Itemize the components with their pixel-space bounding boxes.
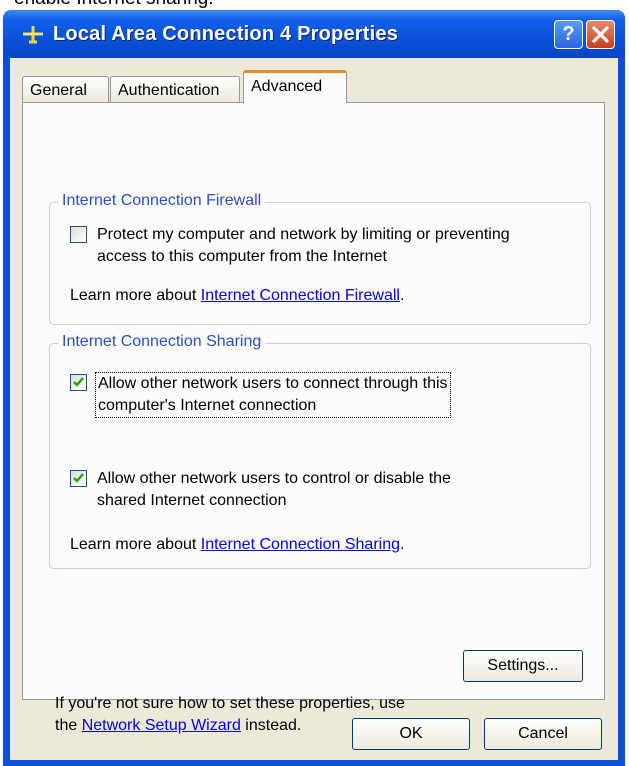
- cropped-caption-text: enable Internet sharing.: [14, 0, 214, 10]
- allow-connect-line2: computer's Internet connection: [98, 397, 317, 414]
- network-connection-icon: [23, 26, 43, 44]
- firewall-learn-prefix: Learn more about: [70, 287, 201, 304]
- firewall-help-link[interactable]: Internet Connection Firewall: [201, 287, 400, 304]
- sharing-learn-more: Learn more about Internet Connection Sha…: [70, 536, 404, 554]
- advanced-tab-panel: Internet Connection Firewall Protect my …: [22, 102, 605, 734]
- firewall-group: Internet Connection Firewall Protect my …: [49, 192, 591, 325]
- checkmark-icon: [73, 377, 84, 387]
- allow-control-label: Allow other network users to control or …: [97, 468, 451, 512]
- firewall-learn-suffix: .: [399, 287, 405, 304]
- checkmark-icon: [73, 473, 84, 483]
- sharing-learn-prefix: Learn more about: [70, 536, 201, 553]
- setup-hint-line1: If you're not sure how to set these prop…: [55, 695, 405, 712]
- sharing-help-link[interactable]: Internet Connection Sharing: [201, 536, 400, 553]
- protect-computer-label: Protect my computer and network by limit…: [97, 224, 510, 268]
- allow-control-option[interactable]: Allow other network users to control or …: [70, 468, 580, 514]
- properties-dialog: Local Area Connection 4 Properties ? Gen…: [3, 10, 625, 766]
- window-title: Local Area Connection 4 Properties: [53, 23, 399, 45]
- sharing-group-title: Internet Connection Sharing: [58, 333, 266, 351]
- cancel-button[interactable]: Cancel: [484, 718, 602, 750]
- firewall-group-title: Internet Connection Firewall: [58, 192, 266, 210]
- setup-hint-suffix: instead.: [240, 717, 302, 734]
- dialog-client-area: General Authentication Advanced Internet…: [10, 58, 618, 760]
- allow-connect-option[interactable]: Allow other network users to connect thr…: [70, 372, 580, 422]
- setup-hint-prefix: the: [55, 717, 82, 734]
- tab-general[interactable]: General: [22, 76, 109, 102]
- ok-button[interactable]: OK: [352, 718, 470, 750]
- sharing-group: Internet Connection Sharing Allow other …: [49, 333, 591, 569]
- allow-connect-label: Allow other network users to connect thr…: [95, 372, 451, 418]
- close-icon: [592, 26, 609, 43]
- settings-button[interactable]: Settings...: [463, 650, 583, 682]
- protect-computer-checkbox[interactable]: [70, 226, 87, 243]
- protect-computer-option[interactable]: Protect my computer and network by limit…: [70, 224, 580, 270]
- close-button[interactable]: [586, 20, 615, 49]
- firewall-learn-more: Learn more about Internet Connection Fir…: [70, 287, 404, 305]
- allow-connect-checkbox[interactable]: [70, 374, 87, 391]
- protect-label-line1: Protect my computer and network by limit…: [97, 226, 510, 243]
- title-bar[interactable]: Local Area Connection 4 Properties ?: [3, 10, 625, 58]
- allow-control-line2: shared Internet connection: [97, 492, 287, 509]
- allow-connect-line1: Allow other network users to connect thr…: [98, 375, 448, 392]
- network-setup-wizard-link[interactable]: Network Setup Wizard: [82, 717, 241, 734]
- sharing-learn-suffix: .: [400, 536, 405, 553]
- tab-advanced[interactable]: Advanced: [243, 70, 347, 103]
- allow-control-checkbox[interactable]: [70, 470, 87, 487]
- protect-label-line2: access to this computer from the Interne…: [97, 248, 387, 265]
- help-button[interactable]: ?: [554, 20, 583, 49]
- tab-authentication[interactable]: Authentication: [110, 76, 240, 102]
- allow-control-line1: Allow other network users to control or …: [97, 470, 451, 487]
